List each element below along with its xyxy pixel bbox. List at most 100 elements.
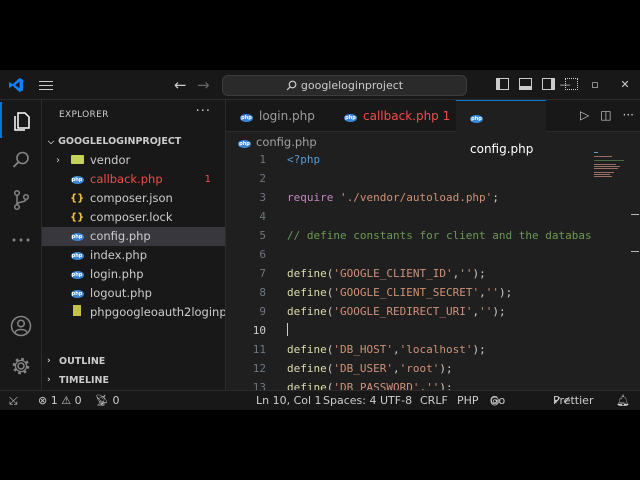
- minimap[interactable]: [590, 150, 628, 390]
- code-line[interactable]: 7 define('GOOGLE_CLIENT_ID','');: [226, 264, 590, 283]
- end-of-line[interactable]: CRLF: [420, 391, 448, 410]
- tab-label: callback.php: [363, 109, 439, 123]
- close-button[interactable]: ✕: [610, 70, 640, 100]
- run-icon[interactable]: ▷: [580, 108, 589, 122]
- code-line[interactable]: 10: [226, 321, 590, 340]
- tree-item-logout-php[interactable]: php logout.php: [42, 284, 225, 303]
- tree-item-phpgoogleoauth2loginpr-[interactable]: phpgoogleoauth2loginpr...: [42, 303, 225, 322]
- accounts-activity[interactable]: [0, 308, 42, 344]
- more-actions-icon[interactable]: ···: [196, 104, 211, 119]
- split-editor-icon[interactable]: ◫: [600, 108, 611, 122]
- tab-config[interactable]: phpconfig.php: [456, 100, 546, 156]
- vertical-scrollbar[interactable]: [628, 150, 640, 390]
- account-icon: [10, 315, 32, 337]
- code-editor[interactable]: 1 <?php 2 3 require './vendor/autoload.php';…: [226, 150, 592, 394]
- command-center-search[interactable]: googleloginproject: [222, 75, 467, 96]
- search-text: googleloginproject: [300, 79, 404, 92]
- tree-item-label: composer.lock: [90, 210, 173, 224]
- tree-item-label: phpgoogleoauth2loginpr...: [90, 305, 225, 319]
- timeline-section[interactable]: › TIMELINE: [42, 371, 226, 390]
- notifications-bell-icon[interactable]: 🔔︎: [616, 391, 630, 410]
- code-token: define: [287, 343, 327, 356]
- search-activity[interactable]: [0, 142, 42, 178]
- code-token: );: [492, 305, 506, 318]
- folder-icon: [70, 151, 84, 170]
- back-arrow-icon[interactable]: ←: [174, 76, 187, 94]
- code-line[interactable]: 1 <?php: [226, 150, 590, 169]
- ports-indicator[interactable]: 📡︎ 0: [95, 391, 119, 410]
- project-folder-header[interactable]: ⌵ GOOGLELOGINPROJECT: [42, 132, 226, 151]
- tab-login[interactable]: php login.php: [226, 100, 342, 132]
- code-line[interactable]: 5 // define constants for client and the …: [226, 226, 591, 245]
- error-count-badge: 1: [442, 109, 451, 123]
- chevron-right-icon: ›: [56, 155, 60, 166]
- code-line[interactable]: 9 define('GOOGLE_REDIRECT_URI','');: [226, 302, 590, 321]
- tree-item-label: callback.php: [90, 172, 163, 186]
- code-line[interactable]: 12 define('DB_USER','root');: [226, 359, 590, 378]
- tree-item-composer-lock[interactable]: {} composer.lock: [42, 208, 225, 227]
- tree-item-callback-php[interactable]: php callback.php 1: [42, 170, 225, 189]
- minimap-line: [594, 152, 598, 153]
- text-cursor: [287, 323, 288, 336]
- error-count: 1: [50, 394, 58, 407]
- tab-label: login.php: [259, 109, 315, 123]
- tree-item-composer-json[interactable]: {} composer.json: [42, 189, 225, 208]
- go-live-label: Go Live: [490, 394, 506, 407]
- breadcrumb[interactable]: php config.php: [226, 132, 640, 152]
- tree-item-index-php[interactable]: php index.php: [42, 246, 225, 265]
- minimap-line: [594, 172, 614, 173]
- project-name: GOOGLELOGINPROJECT: [58, 136, 182, 147]
- json-file-icon: {}: [70, 212, 85, 223]
- line-number: 2: [259, 172, 266, 185]
- indentation[interactable]: Spaces: 4: [323, 391, 376, 410]
- code-line[interactable]: 2: [226, 169, 590, 188]
- code-line[interactable]: 6: [226, 245, 590, 264]
- tab-callback[interactable]: php callback.php 1: [330, 100, 456, 132]
- code-line[interactable]: 3 require './vendor/autoload.php';: [226, 188, 590, 207]
- restore-button[interactable]: ▫: [580, 70, 610, 100]
- code-line[interactable]: 11 define('DB_HOST','localhost');: [226, 340, 590, 359]
- code-token: ;: [492, 191, 499, 204]
- php-file-icon: php: [470, 115, 483, 123]
- tree-item-login-php[interactable]: php login.php: [42, 265, 225, 284]
- outline-section[interactable]: › OUTLINE: [42, 352, 226, 371]
- minimize-button[interactable]: —: [550, 70, 580, 100]
- scroll-marker: [631, 214, 639, 215]
- more-activity[interactable]: [0, 222, 42, 258]
- code-token: 'GOOGLE_CLIENT_ID': [333, 267, 453, 280]
- json-file-icon: {}: [70, 193, 85, 204]
- problems-indicator[interactable]: ⊗ 1 ⚠ 0: [38, 391, 82, 410]
- code-text: <?php: [287, 150, 320, 169]
- window-controls: — ▫ ✕: [550, 70, 640, 100]
- remote-icon[interactable]: ⤩: [9, 391, 18, 410]
- ports-count: 0: [112, 394, 120, 407]
- more-actions-icon[interactable]: ···: [623, 108, 634, 122]
- line-number: 7: [259, 267, 266, 280]
- code-line[interactable]: 4: [226, 207, 590, 226]
- code-line[interactable]: 8 define('GOOGLE_CLIENT_SECRET','');: [226, 283, 590, 302]
- manage-activity[interactable]: [0, 348, 42, 384]
- code-token: '': [459, 267, 473, 280]
- search-icon: [12, 151, 29, 168]
- toggle-primary-sidebar-icon[interactable]: [496, 78, 509, 90]
- toggle-panel-icon[interactable]: [519, 78, 532, 90]
- explorer-activity[interactable]: [0, 102, 42, 138]
- php-file-icon: php: [238, 140, 251, 148]
- warning-count: 0: [74, 394, 82, 407]
- code-token: 'root': [399, 362, 440, 375]
- cursor-position[interactable]: Ln 10, Col 1: [256, 391, 322, 410]
- code-token: ,: [392, 343, 400, 356]
- tree-item-vendor[interactable]: › vendor: [42, 151, 225, 170]
- language-mode[interactable]: PHP: [457, 391, 479, 410]
- minimap-line: [594, 176, 612, 177]
- forward-arrow-icon[interactable]: →: [197, 76, 210, 94]
- tree-item-label: vendor: [90, 153, 131, 167]
- minimap-line: [594, 164, 616, 165]
- encoding[interactable]: UTF-8: [380, 391, 412, 410]
- minimap-line: [594, 174, 610, 175]
- source-control-activity[interactable]: [0, 182, 42, 218]
- tree-item-config-php[interactable]: php config.php: [42, 227, 225, 246]
- warning-icon: ⚠: [61, 394, 72, 407]
- code-text: require './vendor/autoload.php';: [287, 188, 499, 207]
- menu-icon[interactable]: [38, 78, 54, 92]
